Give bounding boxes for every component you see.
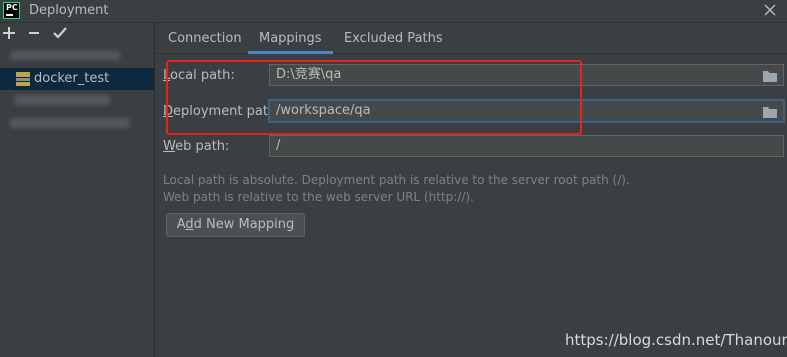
server-list: docker_test xyxy=(0,68,154,90)
title-bar: PC Deployment xyxy=(0,0,787,23)
web-path-label: Web path: xyxy=(163,139,230,154)
close-icon[interactable] xyxy=(761,1,779,19)
hint-local-path: Local path is absolute. Deployment path … xyxy=(163,173,630,187)
tab-excluded-paths[interactable]: Excluded Paths xyxy=(344,31,443,46)
add-icon[interactable] xyxy=(1,25,17,41)
folder-icon[interactable] xyxy=(762,69,778,83)
add-new-mapping-button[interactable]: Add New Mapping xyxy=(166,213,305,237)
server-item-docker-test[interactable]: docker_test xyxy=(0,68,154,90)
pycharm-logo-icon: PC xyxy=(3,2,20,19)
server-list-pane: docker_test xyxy=(0,23,155,357)
remove-icon[interactable] xyxy=(26,25,42,41)
web-path-field[interactable]: / xyxy=(269,135,784,157)
blurred-server-entry xyxy=(10,51,120,60)
check-icon[interactable] xyxy=(52,25,68,41)
tab-bar: Connection Mappings Excluded Paths xyxy=(155,23,787,54)
window-title: Deployment xyxy=(29,3,109,18)
folder-icon[interactable] xyxy=(762,105,778,119)
hint-web-path: Web path is relative to the web server U… xyxy=(163,190,474,204)
sftp-icon xyxy=(16,72,30,86)
watermark-url: https://blog.csdn.net/Thanours xyxy=(565,331,787,349)
server-item-label: docker_test xyxy=(34,71,110,86)
blurred-server-entry xyxy=(14,95,110,105)
annotation-highlight-box xyxy=(166,60,582,135)
tab-connection[interactable]: Connection xyxy=(168,31,242,46)
tab-mappings[interactable]: Mappings xyxy=(248,31,333,54)
blurred-server-entry xyxy=(10,118,130,128)
app-logo-text: PC xyxy=(6,3,18,12)
